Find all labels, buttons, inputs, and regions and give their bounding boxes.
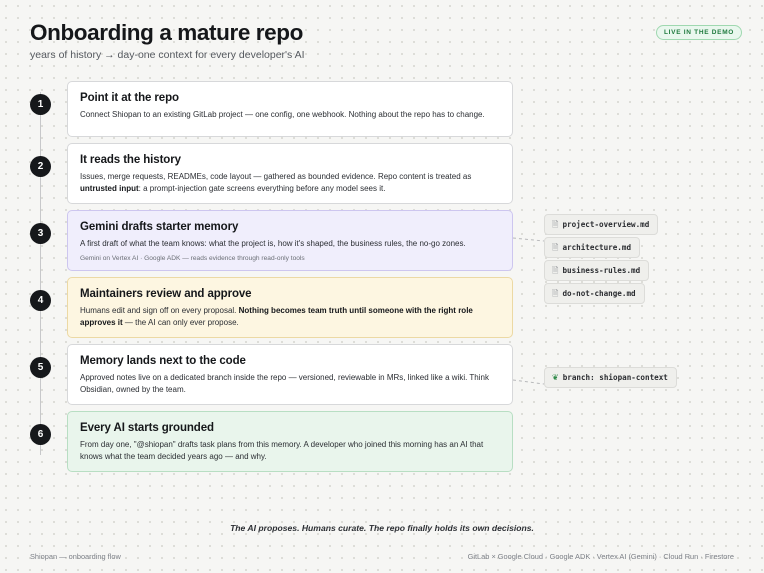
step-title: Memory lands next to the code: [80, 355, 246, 367]
step-body: Issues, merge requests, READMEs, code la…: [80, 172, 472, 193]
connector-step3-files: [512, 237, 545, 242]
step-body: Connect Shiopan to an existing GitLab pr…: [80, 110, 485, 119]
memory-file-do-not-change: 🗎 do-not-change.md: [544, 283, 645, 304]
memory-file-business-rules: 🗎 business-rules.md: [544, 260, 650, 281]
step-number-2: 2: [30, 156, 51, 177]
document-icon: 🗎: [552, 243, 559, 252]
step-title: It reads the history: [80, 154, 181, 166]
step-number-6: 6: [30, 424, 51, 445]
step-card-6: Every AI starts grounded From day one, "…: [67, 411, 513, 472]
document-icon: 🗎: [552, 266, 559, 275]
step-number-5: 5: [30, 357, 51, 378]
branch-chip: ❦ branch: shiopan-context: [544, 367, 677, 388]
step-number-4: 4: [30, 290, 51, 311]
live-demo-badge: LIVE IN THE DEMO: [656, 25, 743, 40]
step-card-4: Maintainers review and approve Humans ed…: [67, 277, 513, 338]
memory-file-architecture: 🗎 architecture.md: [544, 237, 641, 258]
document-icon: 🗎: [552, 289, 559, 298]
page-title: Onboarding a mature repo: [30, 20, 303, 45]
step-number-1: 1: [30, 94, 51, 115]
step-title: Maintainers review and approve: [80, 288, 252, 300]
page-subtitle: years of history → day-one context for e…: [30, 49, 305, 61]
connector-step5-branch: [512, 379, 545, 385]
step-card-1: Point it at the repo Connect Shiopan to …: [67, 81, 513, 137]
step-title: Every AI starts grounded: [80, 422, 214, 434]
footer-right: GitLab × Google Cloud · Google ADK · Ver…: [467, 552, 734, 561]
step-number-3: 3: [30, 223, 51, 244]
step-title: Gemini drafts starter memory: [80, 221, 239, 233]
step-card-2: It reads the history Issues, merge reque…: [67, 143, 513, 204]
step-title: Point it at the repo: [80, 92, 179, 104]
step-card-3: Gemini drafts starter memory A first dra…: [67, 210, 513, 271]
tagline: The AI proposes. Humans curate. The repo…: [230, 523, 534, 533]
leaf-icon: ❦: [552, 373, 559, 382]
step-body: Humans edit and sign off on every propos…: [80, 306, 473, 327]
step-body: A first draft of what the team knows: wh…: [80, 239, 466, 248]
memory-file-project-overview: 🗎 project-overview.md: [544, 214, 659, 235]
document-icon: 🗎: [552, 220, 559, 229]
step-note: Gemini on Vertex AI · Google ADK — reads…: [80, 254, 305, 262]
step-card-5: Memory lands next to the code Approved n…: [67, 344, 513, 405]
footer-left: Shiopan — onboarding flow: [30, 552, 121, 561]
timeline-line: [40, 92, 41, 455]
step-body: From day one, "@shiopan" drafts task pla…: [80, 440, 484, 461]
step-body: Approved notes live on a dedicated branc…: [80, 373, 489, 394]
